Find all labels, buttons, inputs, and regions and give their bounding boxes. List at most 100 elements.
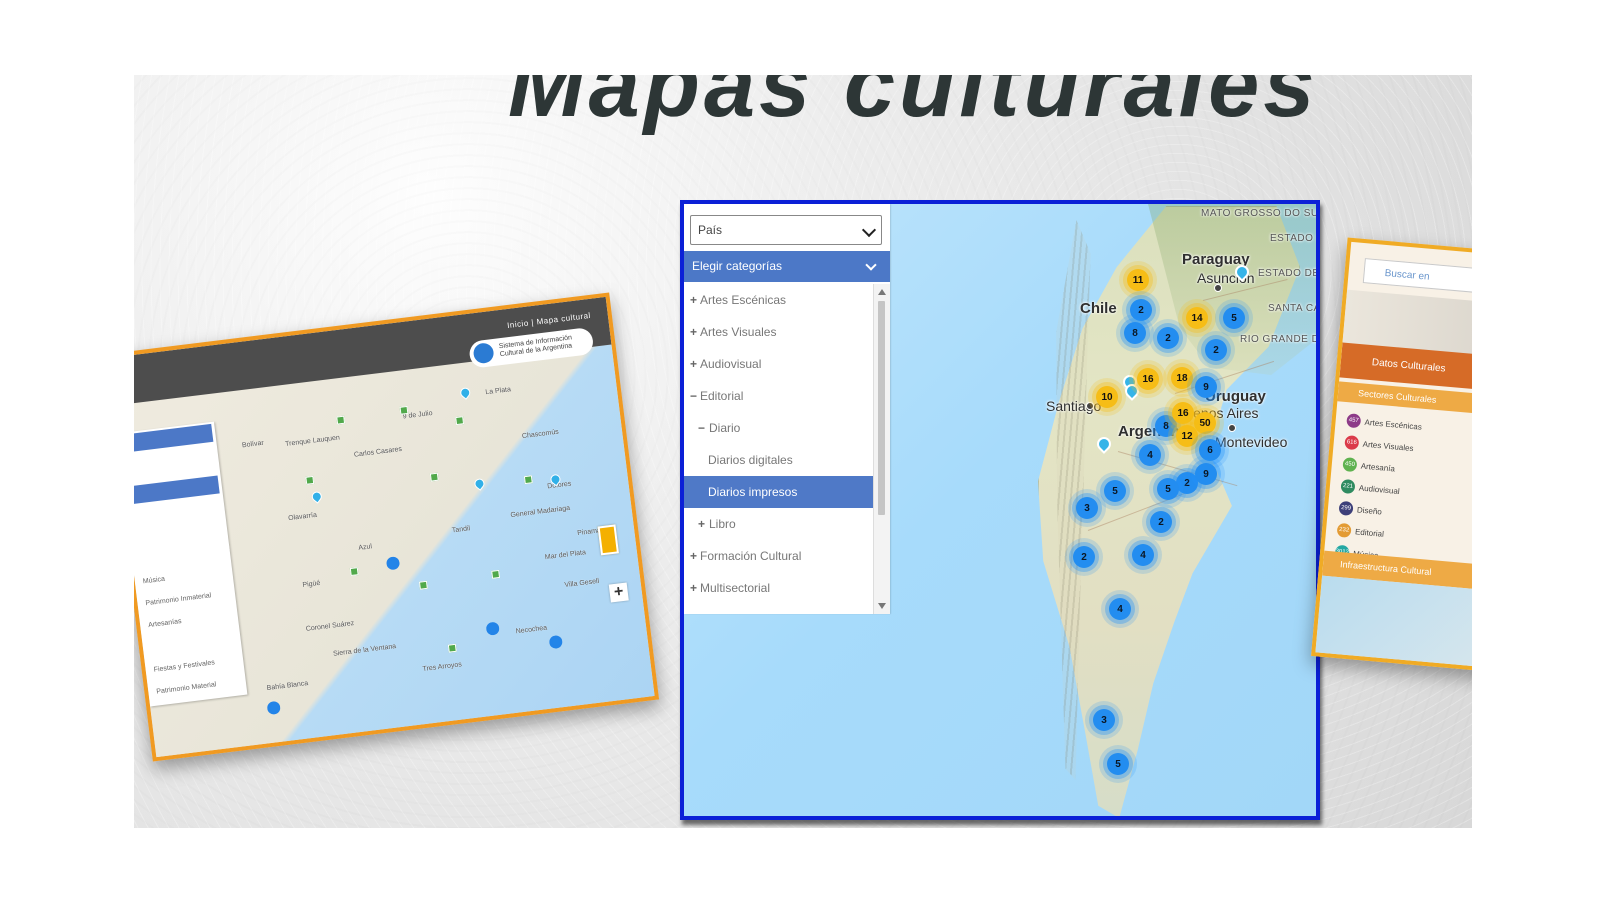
sector-item[interactable]: 616 Artes Visuales: [1344, 435, 1414, 454]
left-map-panel-item[interactable]: Inf. ganancias / Infantil y/o juvenil: [134, 544, 239, 564]
category-scrollbar[interactable]: [873, 284, 890, 614]
left-map-panel-item[interactable]: Música: [142, 576, 165, 586]
map-cluster-marker[interactable]: 5: [1157, 478, 1179, 500]
category-diarios-impresos[interactable]: Diarios impresos: [684, 476, 874, 508]
sector-label: Artesanía: [1360, 461, 1396, 474]
road-sign-icon: [336, 415, 346, 425]
category-editorial[interactable]: − Editorial: [684, 380, 890, 412]
sector-item[interactable]: 457 Artes Escénicas: [1346, 413, 1423, 432]
sector-count-badge: 616: [1344, 435, 1360, 451]
expand-icon: +: [690, 325, 698, 339]
map-cluster-marker[interactable]: 8: [1124, 322, 1146, 344]
sector-count-badge: 457: [1346, 413, 1362, 429]
category-audiovisual[interactable]: + Audiovisual: [684, 348, 890, 380]
map-cluster-marker[interactable]: 6: [1199, 439, 1221, 461]
category-filter-panel: País Elegir categorías + Artes Escénicas …: [684, 204, 890, 614]
road-sign-icon: [349, 567, 359, 577]
sector-count-badge: 450: [1342, 456, 1358, 473]
map-cluster-marker[interactable]: 10: [1096, 386, 1118, 408]
map-cluster-marker[interactable]: 16: [1137, 368, 1159, 390]
map-cluster-marker[interactable]: 2: [1205, 339, 1227, 361]
left-map-panel-item[interactable]: Patrimonio Material: [156, 681, 217, 695]
map-cluster-marker[interactable]: 2: [1073, 546, 1095, 568]
category-label: Artes Escénicas: [700, 293, 787, 307]
sector-item[interactable]: 450 Artesanía: [1342, 456, 1396, 474]
map-cluster-marker[interactable]: 14: [1186, 307, 1208, 329]
sector-item[interactable]: 299 Diseño: [1338, 500, 1382, 517]
road-sign-icon: [305, 475, 315, 485]
map-cluster-icon[interactable]: [361, 733, 376, 748]
expand-icon: +: [690, 549, 698, 563]
sector-label: Editorial: [1354, 527, 1385, 539]
sector-item[interactable]: 232 Editorial: [1336, 522, 1385, 539]
map-cluster-marker[interactable]: 2: [1150, 511, 1172, 533]
map-place-label: ESTADO DE SÃO PARANÁ: [1258, 268, 1320, 279]
city-dot-icon: [1086, 402, 1094, 410]
map-cluster-marker[interactable]: 4: [1109, 598, 1131, 620]
map-cluster-marker[interactable]: 11: [1127, 269, 1149, 291]
map-cluster-marker[interactable]: 18: [1171, 367, 1193, 389]
category-artes-visuales[interactable]: + Artes Visuales: [684, 316, 890, 348]
scroll-thumb[interactable]: [878, 301, 885, 515]
map-cluster-marker[interactable]: 3: [1093, 709, 1115, 731]
choose-categories-label: Elegir categorías: [692, 259, 783, 273]
left-map-panel-item[interactable]: Artesanías: [148, 618, 182, 629]
map-cluster-marker[interactable]: 5: [1107, 753, 1129, 775]
sector-label: Artes Escénicas: [1364, 417, 1423, 432]
map-cluster-marker[interactable]: 9: [1195, 463, 1217, 485]
sector-item[interactable]: 221 Audiovisual: [1340, 478, 1401, 496]
left-map-panel-item[interactable]: Fiestas y Festivales: [153, 659, 215, 673]
presentation-canvas: Mapas culturales Inicio | Mapa cultural …: [134, 75, 1472, 828]
category-label: Diario: [709, 421, 741, 435]
scroll-down-icon[interactable]: [878, 603, 886, 609]
category-formacion-cultural[interactable]: + Formación Cultural: [684, 540, 890, 572]
zoom-in-button[interactable]: +: [608, 582, 629, 603]
category-label: Editorial: [700, 389, 744, 403]
map-place-label: SANTA CATARINA: [1268, 303, 1320, 314]
category-label: Audiovisual: [700, 357, 762, 371]
road-sign-icon: [523, 475, 533, 485]
map-cluster-marker[interactable]: 16: [1172, 402, 1194, 424]
scroll-up-icon[interactable]: [878, 289, 886, 295]
left-map-panel-item[interactable]: Eventos feriales de artesanías: [143, 633, 242, 652]
choose-categories-header[interactable]: Elegir categorías: [684, 251, 890, 282]
right-data-screenshot: Buscar en Datos Culturales Sectores Cult…: [1311, 237, 1472, 673]
sector-count-badge: 299: [1338, 500, 1354, 516]
collapse-icon: −: [690, 389, 698, 403]
page-title: Mapas culturales: [508, 75, 1319, 136]
map-cluster-marker[interactable]: 5: [1223, 307, 1245, 329]
category-libro[interactable]: + Libro: [684, 508, 890, 540]
map-cluster-marker[interactable]: 4: [1139, 444, 1161, 466]
map-place-label: MATO GROSSO DO SUL: [1201, 208, 1320, 219]
map-cluster-marker[interactable]: 2: [1130, 299, 1152, 321]
road-sign-icon: [429, 472, 439, 482]
sector-count-badge: 221: [1340, 478, 1356, 495]
city-dot-icon: [1214, 284, 1222, 292]
main-map-screenshot: MATO GROSSO DO SUL ESTADO DE SÃO PAULO P…: [680, 200, 1320, 820]
category-multisectorial[interactable]: + Multisectorial: [684, 572, 890, 604]
city-dot-icon: [1228, 424, 1236, 432]
category-label: Formación Cultural: [700, 549, 802, 563]
map-cluster-marker[interactable]: 50: [1194, 412, 1216, 434]
map-cluster-marker[interactable]: 2: [1157, 327, 1179, 349]
map-place-label: ESTADO DE SÃO PAULO: [1270, 233, 1316, 244]
map-cluster-marker[interactable]: 9: [1195, 376, 1217, 398]
sector-label: Audiovisual: [1358, 483, 1401, 496]
category-diario[interactable]: − Diario: [684, 412, 890, 444]
sector-label: Artes Visuales: [1362, 439, 1414, 454]
map-place-label: Chile: [1080, 300, 1117, 317]
expand-icon: +: [698, 517, 706, 531]
road-sign-icon: [455, 416, 465, 426]
road-sign-icon: [418, 580, 428, 590]
map-cluster-marker[interactable]: 12: [1176, 425, 1198, 447]
map-cluster-marker[interactable]: 5: [1104, 480, 1126, 502]
category-diarios-digitales[interactable]: Diarios digitales: [684, 444, 890, 476]
map-place-label: Montevideo: [1215, 434, 1288, 450]
country-select[interactable]: País: [690, 215, 882, 245]
category-list: + Artes Escénicas + Artes Visuales + Audiov…: [684, 284, 890, 614]
map-cluster-marker[interactable]: 3: [1076, 497, 1098, 519]
category-artes-escenicas[interactable]: + Artes Escénicas: [684, 284, 890, 316]
left-map-panel-item[interactable]: Patrimonio Inmaterial: [145, 592, 212, 607]
map-cluster-marker[interactable]: 4: [1132, 544, 1154, 566]
street-view-icon[interactable]: [597, 524, 619, 556]
